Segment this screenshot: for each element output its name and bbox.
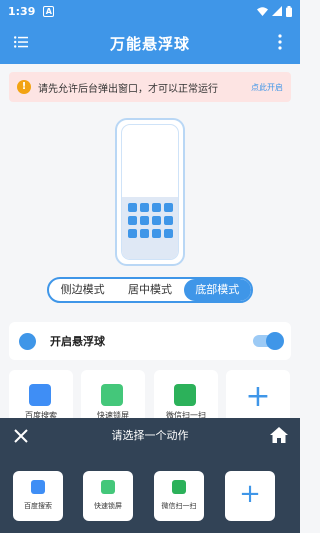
float-ball-icon — [19, 332, 36, 350]
plus-icon: + — [239, 479, 261, 509]
preview-grid-dot — [152, 216, 161, 225]
preview-grid-dot — [128, 229, 137, 238]
signal-icon — [272, 6, 282, 16]
scan-icon — [172, 480, 186, 494]
app-title: 万能悬浮球 — [109, 34, 190, 53]
warning-message: 请先允许后台弹出窗口，才可以正常运行 — [38, 83, 218, 95]
preview-grid-dot — [164, 229, 173, 238]
warning-icon: ! — [17, 80, 31, 94]
baidu-icon — [29, 384, 51, 406]
preview-grid-dot — [152, 203, 161, 212]
mode-bottom[interactable]: 底部模式 — [183, 279, 251, 301]
status-icons — [257, 5, 292, 17]
phone-screen — [121, 124, 179, 260]
sheet-action-lock[interactable]: 快速锁屏 — [83, 471, 133, 521]
lock-icon — [101, 480, 115, 494]
app-bar: 万能悬浮球 — [0, 22, 300, 64]
mode-selector: 侧边模式 居中模式 底部模式 — [47, 277, 253, 303]
plus-icon: + — [245, 379, 271, 414]
sheet-action-baidu[interactable]: 百度搜索 — [13, 471, 63, 521]
menu-icon[interactable] — [14, 36, 28, 48]
preview-grid-dot — [140, 229, 149, 238]
float-ball-label: 开启悬浮球 — [50, 335, 105, 348]
more-options-icon[interactable] — [278, 34, 282, 50]
lock-icon — [101, 384, 123, 406]
action-label: 百度搜索 — [24, 502, 52, 510]
mode-center[interactable]: 居中模式 — [116, 279, 183, 301]
baidu-icon — [31, 480, 45, 494]
preview-grid-dot — [128, 216, 137, 225]
switch-knob — [266, 332, 284, 350]
preview-grid-dot — [164, 216, 173, 225]
phone-preview-illustration — [115, 118, 185, 266]
notification-icon: A — [43, 5, 55, 17]
bottom-panel-preview — [122, 197, 178, 259]
sheet-title: 请选择一个动作 — [111, 429, 189, 442]
scan-icon — [174, 384, 196, 406]
preview-grid-dot — [140, 203, 149, 212]
float-ball-toggle-card: 开启悬浮球 — [9, 322, 291, 360]
sheet-action-scan[interactable]: 微信扫一扫 — [154, 471, 204, 521]
preview-grid-dot — [152, 229, 161, 238]
preview-grid-dot — [164, 203, 173, 212]
home-icon[interactable] — [270, 427, 288, 443]
preview-grid-dot — [140, 216, 149, 225]
action-label: 快速锁屏 — [94, 502, 122, 510]
preview-grid-dot — [128, 203, 137, 212]
permission-warning-banner: ! 请先允许后台弹出窗口，才可以正常运行 点此开启 — [9, 72, 291, 102]
enable-permission-link[interactable]: 点此开启 — [251, 82, 283, 93]
wifi-icon — [257, 6, 268, 16]
status-bar: 1:39 A — [0, 0, 300, 22]
mode-side[interactable]: 侧边模式 — [49, 279, 116, 301]
float-ball-switch[interactable] — [253, 332, 284, 350]
status-time: 1:39 — [8, 4, 36, 18]
action-label: 微信扫一扫 — [161, 502, 197, 510]
sheet-add-action[interactable]: + — [225, 471, 275, 521]
battery-icon — [286, 5, 292, 17]
